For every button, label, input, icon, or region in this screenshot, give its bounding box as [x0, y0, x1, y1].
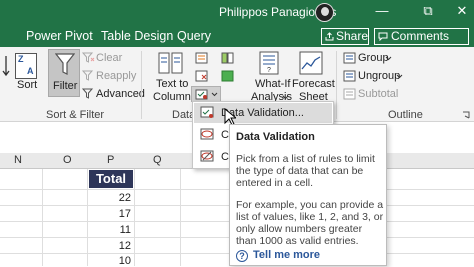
filter-label: Filter: [53, 80, 78, 92]
data-validation-icon: [200, 106, 214, 118]
filter-button[interactable]: Filter: [48, 49, 80, 97]
remove-duplicates-icon[interactable]: [195, 70, 208, 82]
clear-validation-circles-icon: [200, 150, 214, 162]
forecast-line1: Forecast: [292, 78, 335, 90]
tell-me-more-link[interactable]: ? Tell me more: [236, 249, 320, 262]
comment-icon: [378, 32, 388, 41]
group-button[interactable]: Group: [358, 52, 389, 64]
close-icon[interactable]: ✕: [452, 3, 472, 21]
ungroup-button[interactable]: Ungroup: [358, 70, 400, 82]
avatar[interactable]: [315, 3, 334, 22]
sort-za-bottom: A: [27, 66, 34, 76]
text-to-columns-icon: [158, 52, 183, 74]
tooltip-example: For example, you can provide a list of v…: [236, 199, 384, 247]
sort-button[interactable]: Sort: [17, 79, 37, 91]
table-header-total[interactable]: Total: [89, 170, 133, 188]
tab-query[interactable]: Query: [177, 29, 211, 43]
table-cell[interactable]: 17: [89, 208, 131, 220]
group-icon: [343, 52, 356, 64]
text-to-columns-line2: Columns: [153, 91, 197, 103]
clear-filter-icon: [82, 52, 95, 63]
table-cell[interactable]: 22: [89, 192, 131, 204]
svg-text:?: ?: [267, 67, 271, 74]
ungroup-icon: [343, 70, 356, 82]
restore-icon[interactable]: ⧉: [418, 3, 438, 21]
menu-item-label: C: [221, 129, 229, 141]
subtotal-icon: [343, 88, 356, 100]
dialog-launcher-icon[interactable]: [462, 111, 470, 119]
tab-table-design[interactable]: Table Design: [101, 29, 173, 43]
comments-label: Comments: [391, 29, 450, 43]
group-divider: [141, 51, 142, 119]
table-cell[interactable]: 11: [89, 224, 131, 236]
help-icon: ?: [236, 250, 248, 262]
whatif-line1: What-If: [255, 78, 291, 90]
forecast-sheet-icon: [299, 51, 323, 75]
reapply-icon: [82, 70, 94, 81]
grid-line: [134, 169, 135, 266]
group-divider: [336, 51, 337, 119]
relationships-icon[interactable]: [221, 70, 234, 82]
minimize-icon[interactable]: —: [372, 3, 392, 21]
grid-line: [87, 169, 88, 266]
table-cell[interactable]: 12: [89, 240, 131, 252]
share-label: Share: [336, 29, 369, 43]
tab-power-pivot[interactable]: Power Pivot: [26, 29, 93, 43]
data-validation-tooltip: Data Validation Pick from a list of rule…: [229, 124, 387, 266]
table-cell[interactable]: 10: [89, 255, 131, 267]
advanced-button[interactable]: Advanced: [96, 88, 145, 100]
comments-button[interactable]: Comments: [374, 28, 469, 45]
circle-invalid-data-icon: [200, 128, 214, 140]
filter-funnel-icon: [55, 53, 75, 75]
column-header-q[interactable]: Q: [153, 154, 162, 166]
sort-arrow-icon[interactable]: [2, 55, 10, 77]
tooltip-title: Data Validation: [236, 131, 315, 143]
menu-item-label: C: [221, 151, 229, 163]
chevron-down-icon: [396, 74, 403, 79]
column-header-o[interactable]: O: [63, 154, 72, 166]
chevron-down-icon: [211, 92, 218, 97]
what-if-analysis-icon: ?: [259, 51, 279, 75]
tooltip-description: Pick from a list of rules to limit the t…: [236, 153, 375, 189]
reapply-button[interactable]: Reapply: [96, 70, 136, 82]
share-button[interactable]: Share: [321, 28, 369, 45]
consolidate-icon[interactable]: [221, 52, 234, 64]
sort-filter-group-label: Sort & Filter: [46, 109, 105, 121]
grid-line: [180, 169, 181, 266]
menu-item-data-validation[interactable]: Data Validation...: [194, 103, 332, 123]
sort-za-icon[interactable]: Z A: [15, 53, 37, 79]
sort-za-top: Z: [18, 54, 24, 64]
chevron-down-icon: [282, 95, 289, 100]
data-validation-icon: [195, 89, 208, 100]
subtotal-button[interactable]: Subtotal: [358, 88, 398, 100]
grid-line: [42, 169, 43, 266]
tell-me-more-label: Tell me more: [253, 249, 321, 261]
text-to-columns-line1: Text to: [156, 78, 189, 90]
outline-group-label: Outline: [388, 109, 423, 121]
chevron-down-icon: [385, 56, 392, 61]
share-icon: [325, 32, 334, 41]
data-validation-dropdown[interactable]: [191, 86, 221, 102]
title-bar: Philippos Panagiotidis — ⧉ ✕: [0, 0, 474, 25]
column-header-n[interactable]: N: [14, 154, 22, 166]
flash-fill-icon[interactable]: [195, 52, 208, 64]
advanced-filter-icon: [82, 88, 94, 99]
clear-button[interactable]: Clear: [96, 52, 122, 64]
column-header-p[interactable]: P: [107, 154, 114, 166]
